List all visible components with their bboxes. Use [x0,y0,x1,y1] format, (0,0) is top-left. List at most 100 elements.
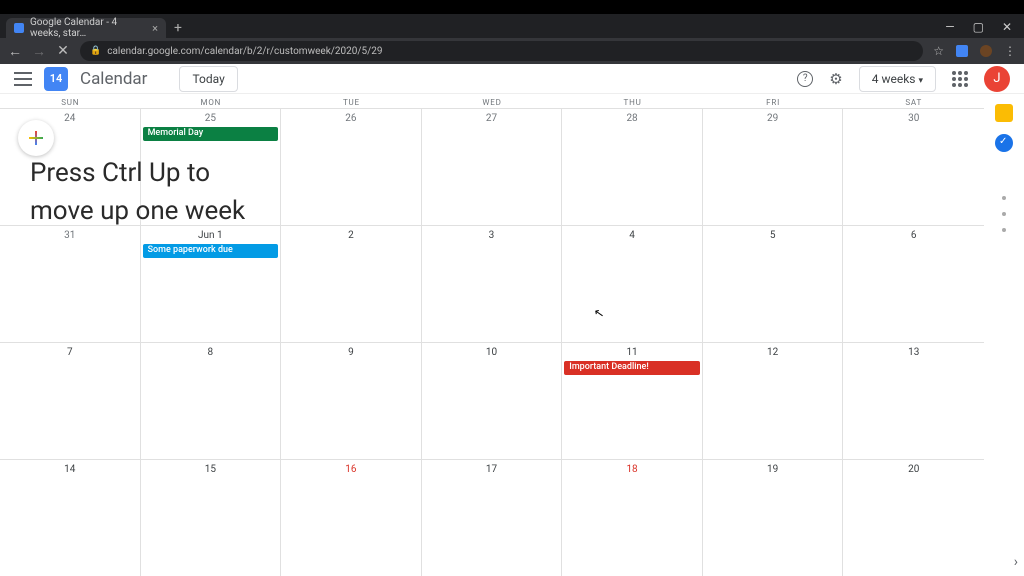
date-number: 14 [0,460,140,475]
day-cell[interactable]: 5 [703,226,844,342]
app-title: Calendar [80,69,147,89]
new-tab-button[interactable]: + [174,20,182,36]
week-row: 14 15 16 17 18 19 20 [0,459,984,576]
date-number: 7 [0,343,140,358]
date-number: 8 [141,343,281,358]
browser-toolbar: ← → ✕ 🔒 calendar.google.com/calendar/b/2… [0,38,1024,64]
today-button[interactable]: Today [179,66,237,92]
keep-icon[interactable] [995,104,1013,122]
tab-close-icon[interactable]: × [152,22,158,35]
view-selector[interactable]: 4 weeks ▾ [859,66,936,92]
calendar-logo-icon: 14 [44,67,68,91]
address-bar[interactable]: 🔒 calendar.google.com/calendar/b/2/r/cus… [80,41,923,61]
forward-button[interactable]: → [32,43,46,60]
calendar-header: 14 Calendar Today ? ⚙ 4 weeks ▾ J [0,64,1024,94]
side-panel-dot [1002,196,1006,200]
day-cell[interactable]: 20 [843,460,984,576]
day-cell[interactable]: 14 [0,460,141,576]
lock-icon: 🔒 [90,46,101,56]
account-avatar[interactable]: J [984,66,1010,92]
week-row: 7 8 9 10 11 Important Deadline! 12 13 [0,342,984,459]
side-panel-dot [1002,212,1006,216]
weekday-label: SAT [843,94,984,108]
date-number: 19 [703,460,843,475]
day-cell[interactable]: 28 [562,109,703,225]
day-cell[interactable]: 11 Important Deadline! [562,343,703,459]
day-cell[interactable]: 8 [141,343,282,459]
side-panel-toggle-icon[interactable]: › [1014,554,1018,570]
day-cell[interactable]: Jun 1 Some paperwork due [141,226,282,342]
browser-tabstrip: Google Calendar - 4 weeks, star… × + — ▢… [0,14,1024,38]
date-number: 12 [703,343,843,358]
browser-menu-button[interactable]: ⋮ [1004,44,1016,58]
weekday-label: TUE [281,94,422,108]
create-event-button[interactable] [18,120,54,156]
window-minimize-button[interactable]: — [945,20,954,34]
weekday-header-row: SUN MON TUE WED THU FRI SAT [0,94,984,108]
event-chip[interactable]: Memorial Day [143,127,279,141]
window-close-button[interactable]: ✕ [1002,20,1012,34]
event-chip[interactable]: Some paperwork due [143,244,279,258]
main-menu-button[interactable] [14,72,32,86]
day-cell[interactable]: 2 [281,226,422,342]
bookmark-star-icon[interactable]: ☆ [933,44,944,58]
day-cell[interactable]: 29 [703,109,844,225]
tasks-icon[interactable] [995,134,1013,152]
calendar-app: 14 Calendar Today ? ⚙ 4 weeks ▾ J SUN MO… [0,64,1024,576]
day-cell[interactable]: 12 [703,343,844,459]
stop-reload-button[interactable]: ✕ [56,43,70,59]
day-cell[interactable]: 13 [843,343,984,459]
day-cell[interactable]: 9 [281,343,422,459]
day-cell[interactable]: 10 [422,343,563,459]
day-cell[interactable]: 3 [422,226,563,342]
tutorial-overlay-text: Press Ctrl Up to move up one week [30,154,245,230]
url-text: calendar.google.com/calendar/b/2/r/custo… [107,46,382,57]
day-cell[interactable]: 17 [422,460,563,576]
date-number: 9 [281,343,421,358]
date-number: 28 [562,109,702,124]
side-panel-dot [1002,228,1006,232]
day-cell[interactable]: 4 [562,226,703,342]
date-number: 27 [422,109,562,124]
date-number: 25 [141,109,281,124]
date-number: 6 [843,226,984,241]
help-icon[interactable]: ? [797,71,813,87]
side-panel [984,94,1024,576]
day-cell[interactable]: 6 [843,226,984,342]
settings-gear-icon[interactable]: ⚙ [829,70,842,88]
day-cell[interactable]: 27 [422,109,563,225]
extension-icon-1[interactable] [956,45,968,57]
date-number: 11 [562,343,702,358]
day-cell[interactable]: 19 [703,460,844,576]
chevron-down-icon: ▾ [918,76,923,86]
date-number: 15 [141,460,281,475]
date-number: 16 [281,460,421,475]
weekday-label: SUN [0,94,141,108]
day-cell[interactable]: 26 [281,109,422,225]
date-number: 20 [843,460,984,475]
weekday-label: THU [562,94,703,108]
google-apps-icon[interactable] [952,71,968,87]
date-number: 3 [422,226,562,241]
date-number: 2 [281,226,421,241]
date-number: 30 [843,109,984,124]
weekday-label: WED [422,94,563,108]
back-button[interactable]: ← [8,43,22,60]
date-number: 29 [703,109,843,124]
event-chip[interactable]: Important Deadline! [564,361,700,375]
extension-icon-2[interactable] [980,45,992,57]
weekday-label: FRI [703,94,844,108]
day-cell[interactable]: 18 [562,460,703,576]
weekday-label: MON [141,94,282,108]
date-number: 17 [422,460,562,475]
day-cell[interactable]: 30 [843,109,984,225]
plus-icon [29,131,43,145]
date-number: 10 [422,343,562,358]
day-cell[interactable]: 15 [141,460,282,576]
week-row: 31 Jun 1 Some paperwork due 2 3 4 5 6 [0,225,984,342]
day-cell[interactable]: 7 [0,343,141,459]
browser-tab[interactable]: Google Calendar - 4 weeks, star… × [6,18,166,38]
window-maximize-button[interactable]: ▢ [973,20,984,34]
day-cell[interactable]: 31 [0,226,141,342]
day-cell[interactable]: 16 [281,460,422,576]
